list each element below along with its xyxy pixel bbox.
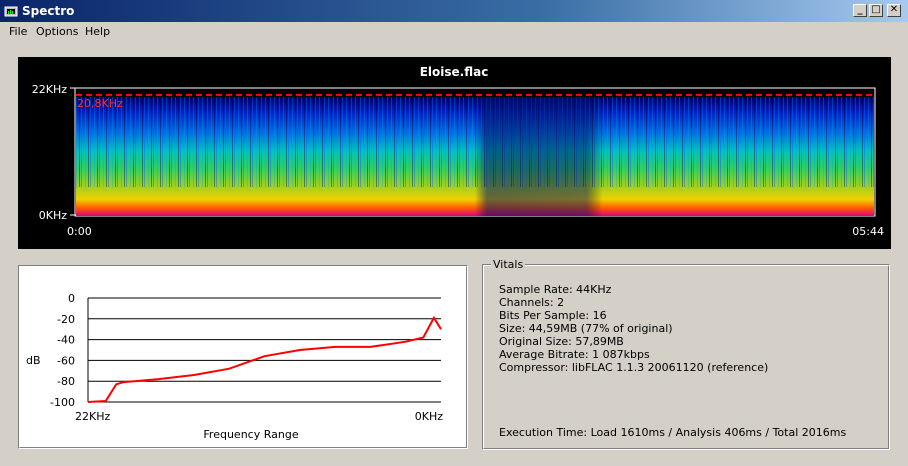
vital-size: Size: 44,59MB (77% of original) xyxy=(499,322,673,335)
x-axis-label: Frequency Range xyxy=(203,428,298,441)
menu-bar: File Options Help xyxy=(0,22,908,40)
freq-bottom-label: 0KHz xyxy=(39,209,67,222)
time-end-label: 05:44 xyxy=(852,225,884,238)
time-start-label: 0:00 xyxy=(67,225,92,238)
menu-file[interactable]: File xyxy=(9,25,27,38)
spectrogram-title: Eloise.flac xyxy=(420,65,489,79)
vital-original-size: Original Size: 57,89MB xyxy=(499,335,624,348)
y-axis-label: dB xyxy=(26,354,41,367)
y-tick-label: -100 xyxy=(50,396,75,409)
frequency-graph: 0 -20 -40 -60 -80 -100 dB 22KHz 0KHz Frequenc… xyxy=(26,292,443,441)
vital-bits-per-sample: Bits Per Sample: 16 xyxy=(499,309,607,322)
frequency-graph-panel: 0 -20 -40 -60 -80 -100 dB 22KHz 0KHz Frequenc… xyxy=(18,265,468,449)
y-tick-label: -20 xyxy=(57,313,75,326)
menu-options[interactable]: Options xyxy=(36,25,78,38)
spectrogram-panel: Eloise.flac 22KHz 0KHz 20,8KHz 0:00 05:4… xyxy=(18,57,891,249)
y-tick-label: -80 xyxy=(57,375,75,388)
title-bar[interactable]: Spectro _ □ ✕ xyxy=(0,0,908,22)
y-tick-label: 0 xyxy=(68,292,75,305)
window-title: Spectro xyxy=(22,4,75,18)
execution-time: Execution Time: Load 1610ms / Analysis 4… xyxy=(499,426,847,439)
close-button[interactable]: ✕ xyxy=(887,4,901,17)
frequency-series-line xyxy=(87,315,442,403)
vital-sample-rate: Sample Rate: 44KHz xyxy=(499,283,612,296)
app-icon xyxy=(4,6,18,17)
y-tick-label: -60 xyxy=(57,354,75,367)
cutoff-label: 20,8KHz xyxy=(77,97,123,110)
menu-help[interactable]: Help xyxy=(85,25,110,38)
vital-channels: Channels: 2 xyxy=(499,296,565,309)
vital-average-bitrate: Average Bitrate: 1 087kbps xyxy=(499,348,650,361)
minimize-button[interactable]: _ xyxy=(853,4,867,17)
vitals-group: Vitals Sample Rate: 44KHz Channels: 2 Bi… xyxy=(482,258,890,450)
vitals-title: Vitals xyxy=(491,258,526,271)
spectrogram-quiet-section xyxy=(76,97,874,216)
x-end-label: 0KHz xyxy=(415,410,443,423)
vital-compressor: Compressor: libFLAC 1.1.3 20061120 (refe… xyxy=(499,361,769,374)
x-start-label: 22KHz xyxy=(75,410,110,423)
maximize-button[interactable]: □ xyxy=(869,4,883,17)
y-tick-label: -40 xyxy=(57,334,75,347)
freq-top-label: 22KHz xyxy=(32,83,67,96)
